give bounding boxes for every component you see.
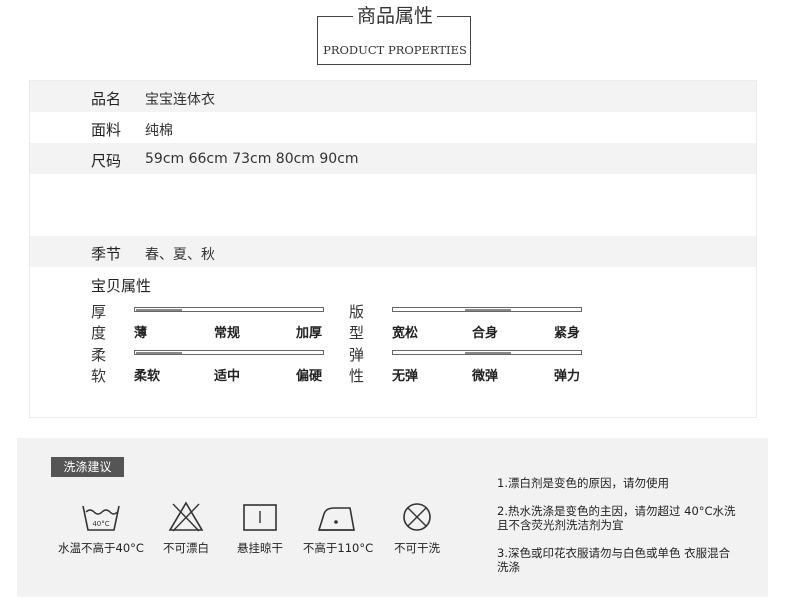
prop-value: 纯棉 (145, 123, 173, 139)
tick-label: 微弹 (472, 369, 499, 384)
prop-value: 宝宝连体衣 (145, 92, 215, 108)
slider-track (392, 307, 582, 312)
iron-item: 不高于110°C (301, 500, 375, 556)
no-dry-clean-icon (403, 503, 431, 531)
properties-panel: 品名 宝宝连体衣 面料 纯棉 尺码 59cm 66cm 73cm 80cm 90… (29, 80, 757, 418)
slider-label: 厚度 (91, 303, 107, 342)
icon-caption: 不可漂白 (163, 541, 209, 555)
slider-track (392, 350, 582, 355)
icon-caption: 不可干洗 (394, 541, 440, 555)
no-bleach-icon (168, 501, 204, 532)
tick-label: 弹力 (554, 369, 581, 384)
slider-label: 弹性 (349, 346, 365, 385)
hang-dry-icon (243, 504, 277, 531)
tick-label: 薄 (134, 326, 148, 341)
prop-row-fabric: 面料 纯棉 (30, 112, 756, 143)
header-subtitle: PRODUCT PROPERTIES (323, 43, 467, 57)
prop-row-name: 品名 宝宝连体衣 (30, 81, 756, 112)
tick-label: 常规 (214, 326, 241, 341)
prop-key: 面料 (91, 121, 122, 139)
wash-40-item: 40°C 水温不高于40°C (51, 500, 151, 556)
slider-track (134, 350, 324, 355)
tick-label: 无弹 (392, 369, 419, 384)
icon-caption: 水温不高于40°C (58, 541, 144, 555)
tick-label: 偏硬 (296, 369, 323, 384)
tick-label: 合身 (472, 326, 499, 341)
prop-key: 品名 (91, 90, 122, 108)
no-dry-clean-item: 不可干洗 (385, 500, 449, 556)
attributes-title: 宝贝属性 (91, 277, 152, 295)
prop-row-size: 尺码 59cm 66cm 73cm 80cm 90cm (30, 143, 756, 174)
slider-fill (136, 309, 182, 311)
slider-label: 版型 (349, 303, 365, 342)
prop-key: 季节 (91, 245, 122, 263)
wash-40-icon: 40°C (82, 505, 120, 531)
tick-label: 加厚 (296, 326, 323, 341)
prop-value: 59cm 66cm 73cm 80cm 90cm (145, 151, 359, 167)
slider-fill (136, 352, 182, 354)
wash-notes: 1.漂白剂是变色的原因，请勿使用 2.热水洗涤是变色的主因，请勿超过 40°C水… (497, 476, 757, 588)
slider-fill (465, 309, 511, 311)
no-bleach-item: 不可漂白 (155, 500, 217, 556)
tick-label: 紧身 (554, 326, 581, 341)
tick-label: 适中 (214, 369, 241, 384)
hang-dry-item: 悬挂晾干 (229, 500, 291, 556)
tick-label: 柔软 (134, 369, 161, 384)
wash-note: 2.热水洗涤是变色的主因，请勿超过 40°C水洗且不含荧光剂洗洁剂为宜 (497, 504, 736, 532)
prop-value: 春、夏、秋 (145, 247, 215, 263)
prop-row-season: 季节 春、夏、秋 (30, 236, 756, 267)
header-title: 商品属性 (352, 5, 437, 27)
wash-note: 1.漂白剂是变色的原因，请勿使用 (497, 476, 669, 490)
prop-key: 尺码 (91, 152, 122, 170)
iron-icon (317, 507, 355, 531)
icon-caption: 悬挂晾干 (237, 541, 283, 555)
slider-fill (465, 352, 511, 354)
wash-temp-badge: 40°C (92, 520, 109, 528)
slider-label: 柔软 (91, 346, 107, 385)
slider-track (134, 307, 324, 312)
wash-note: 3.深色或印花衣服请勿与白色或单色 衣服混合洗涤 (497, 546, 731, 574)
wash-title: 洗涤建议 (51, 457, 124, 477)
section-header: 商品属性 PRODUCT PROPERTIES (317, 5, 473, 66)
icon-caption: 不高于110°C (302, 541, 374, 555)
wash-section: 洗涤建议 40°C 水温不高于40°C 不可漂白 悬挂晾干 不高于110°C 不… (17, 438, 768, 597)
tick-label: 宽松 (392, 326, 419, 341)
